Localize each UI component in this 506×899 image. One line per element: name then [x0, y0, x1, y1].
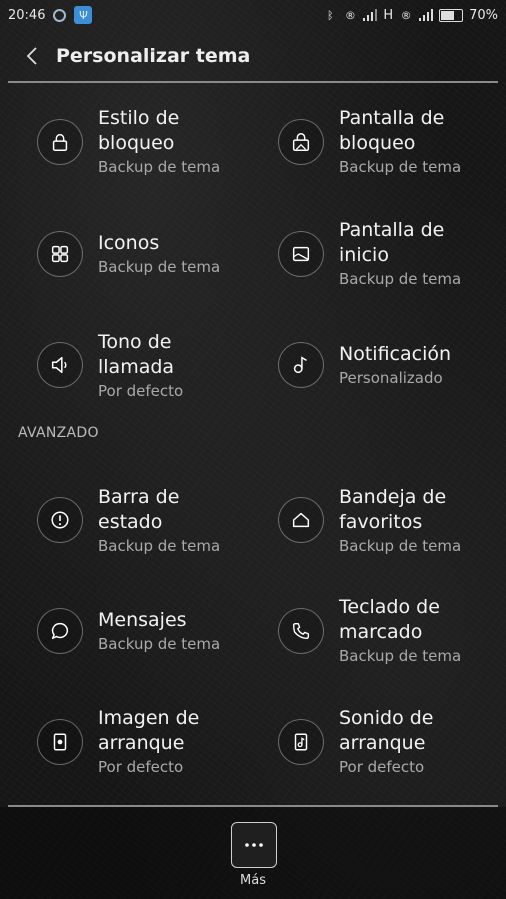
battery-icon [439, 8, 464, 22]
item-tono-llamada[interactable]: Tono de llamada Por defecto [0, 309, 241, 421]
item-notificacion[interactable]: Notificación Personalizado [241, 309, 506, 421]
more-button[interactable] [231, 822, 277, 868]
header-divider [8, 81, 498, 83]
battery-percent: 70% [469, 7, 498, 23]
boot-sound-icon [278, 718, 324, 765]
item-name: Sonido de arranque [339, 707, 434, 754]
item-status: Backup de tema [98, 158, 221, 176]
status-right: ᛒ ® H ® 70% [323, 8, 506, 23]
lock-icon [37, 118, 83, 165]
signal-icon-2 [419, 8, 434, 22]
item-status: Personalizado [339, 369, 443, 387]
item-name: Imagen de arranque [98, 707, 200, 754]
homescreen-icon [278, 230, 324, 277]
item-status: Backup de tema [339, 647, 462, 665]
item-name: Pantalla de inicio [339, 219, 445, 266]
house-icon [278, 497, 324, 543]
page-title: Personalizar tema [56, 45, 251, 67]
theme-items-grid: Estilo de bloqueo Backup de tema Pantalla… [0, 85, 506, 421]
item-status: Backup de tema [339, 270, 462, 288]
item-status: Backup de tema [98, 634, 221, 653]
item-name: Barra de estado [98, 485, 180, 533]
sync-icon [53, 8, 67, 22]
alert-icon [37, 497, 83, 543]
item-mensajes[interactable]: Mensajes Backup de tema [0, 575, 241, 686]
status-time: 20:46 [8, 7, 46, 23]
item-bandeja-favoritos[interactable]: Bandeja de favoritos Backup de tema [241, 465, 506, 575]
item-status: Backup de tema [339, 158, 462, 176]
item-status: Por defecto [98, 758, 184, 776]
item-pantalla-inicio[interactable]: Pantalla de inicio Backup de tema [241, 198, 506, 309]
section-advanced-label: AVANZADO [18, 425, 99, 441]
item-status: Backup de tema [339, 536, 462, 555]
item-name: Notificación [339, 343, 452, 365]
item-status: Backup de tema [98, 536, 221, 555]
item-iconos[interactable]: Iconos Backup de tema [0, 198, 241, 309]
chat-bubble-icon [37, 607, 83, 654]
item-sonido-arranque[interactable]: Sonido de arranque Por defecto [241, 686, 506, 797]
status-left: 20:46 Ψ [0, 6, 93, 24]
item-status: Por defecto [98, 381, 184, 400]
item-name: Iconos [98, 231, 160, 254]
roaming-icon: ® [344, 8, 356, 22]
item-name: Estilo de bloqueo [98, 107, 180, 154]
status-bar: 20:46 Ψ ᛒ ® H ® 70% [0, 0, 506, 30]
phone-icon [278, 607, 324, 654]
item-name: Pantalla de bloqueo [339, 107, 445, 154]
more-label: Más [240, 873, 266, 888]
item-teclado-marcado[interactable]: Teclado de marcado Backup de tema [241, 575, 506, 686]
header: Personalizar tema [0, 30, 506, 82]
signal-icon [363, 8, 378, 22]
item-barra-estado[interactable]: Barra de estado Backup de tema [0, 465, 241, 575]
boot-image-icon [37, 718, 83, 765]
item-status: Backup de tema [98, 257, 221, 276]
item-name: Bandeja de favoritos [339, 485, 447, 533]
item-name: Tono de llamada [98, 330, 175, 378]
item-name: Teclado de marcado [339, 596, 440, 643]
item-pantalla-bloqueo[interactable]: Pantalla de bloqueo Backup de tema [241, 85, 506, 198]
grid-icon [37, 230, 83, 277]
chevron-left-icon [26, 47, 37, 65]
more-dots-icon [245, 843, 263, 847]
roaming-icon-2: ® [400, 8, 412, 22]
back-button[interactable] [18, 42, 46, 70]
bluetooth-icon: ᛒ [327, 8, 334, 22]
item-imagen-arranque[interactable]: Imagen de arranque Por defecto [0, 686, 241, 797]
item-status: Por defecto [339, 758, 425, 776]
network-type: H [383, 7, 394, 23]
usb-icon: Ψ [74, 6, 93, 24]
lockscreen-icon [278, 118, 324, 165]
speaker-icon [37, 342, 83, 388]
advanced-items-grid: Barra de estado Backup de tema Bandeja de… [0, 465, 506, 797]
item-estilo-bloqueo[interactable]: Estilo de bloqueo Backup de tema [0, 85, 241, 198]
music-note-icon [278, 342, 324, 388]
battery-fill [441, 10, 455, 20]
item-name: Mensajes [98, 608, 187, 631]
